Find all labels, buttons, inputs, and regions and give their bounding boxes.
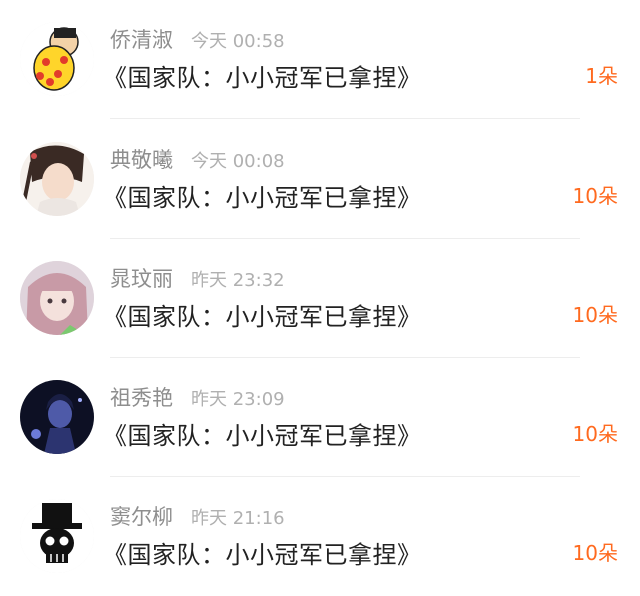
message-text: 《国家队：小小冠军已拿捏》 <box>103 64 422 92</box>
skull-top-hat-avatar-icon[interactable] <box>20 499 94 573</box>
gift-count: 10朵 <box>572 422 618 446</box>
message-text: 《国家队：小小冠军已拿捏》 <box>103 184 422 212</box>
sender-name: 窦尔柳 <box>110 505 173 529</box>
list-item[interactable]: 侨清淑 今天 00:58 《国家队：小小冠军已拿捏》 1朵 <box>0 0 640 119</box>
list-item[interactable]: 祖秀艳 昨天 23:09 《国家队：小小冠军已拿捏》 10朵 <box>0 358 640 477</box>
cartoon-boy-avatar-icon[interactable] <box>20 22 94 96</box>
sender-name: 祖秀艳 <box>110 386 173 410</box>
message-text: 《国家队：小小冠军已拿捏》 <box>103 303 422 331</box>
ancient-girl-avatar-icon[interactable] <box>20 142 94 216</box>
gift-count: 10朵 <box>572 184 618 208</box>
gift-record-list: 侨清淑 今天 00:58 《国家队：小小冠军已拿捏》 1朵 典敬曦 今天 00:… <box>0 0 640 593</box>
dark-anime-avatar-icon[interactable] <box>20 380 94 454</box>
message-text: 《国家队：小小冠军已拿捏》 <box>103 422 422 450</box>
list-item[interactable]: 晁玟丽 昨天 23:32 《国家队：小小冠军已拿捏》 10朵 <box>0 239 640 358</box>
timestamp: 昨天 23:32 <box>191 270 285 291</box>
gift-count: 10朵 <box>572 541 618 565</box>
timestamp: 昨天 23:09 <box>191 389 285 410</box>
sender-name: 侨清淑 <box>110 28 173 52</box>
timestamp: 今天 00:58 <box>191 31 285 52</box>
list-item[interactable]: 窦尔柳 昨天 21:16 《国家队：小小冠军已拿捏》 10朵 <box>0 477 640 596</box>
sender-name: 晁玟丽 <box>110 267 173 291</box>
pink-hair-girl-avatar-icon[interactable] <box>20 261 94 335</box>
divider <box>110 118 580 119</box>
message-text: 《国家队：小小冠军已拿捏》 <box>103 541 422 569</box>
timestamp: 昨天 21:16 <box>191 508 285 529</box>
timestamp: 今天 00:08 <box>191 151 285 172</box>
gift-count: 1朵 <box>585 64 618 88</box>
sender-name: 典敬曦 <box>110 148 173 172</box>
gift-count: 10朵 <box>572 303 618 327</box>
list-item[interactable]: 典敬曦 今天 00:08 《国家队：小小冠军已拿捏》 10朵 <box>0 120 640 239</box>
